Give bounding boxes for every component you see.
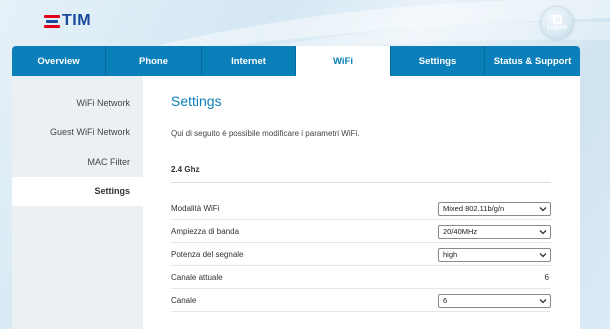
tim-logo: TIM	[44, 12, 91, 30]
signal-power-select[interactable]: high	[438, 247, 551, 262]
tab-overview[interactable]: Overview	[12, 46, 106, 76]
tab-internet[interactable]: Internet	[202, 46, 296, 76]
sidebar: WiFi Network Guest WiFi Network MAC Filt…	[12, 76, 143, 329]
current-channel-value: 6	[544, 273, 549, 282]
main-nav-tabs: Overview Phone Internet WiFi Settings St…	[12, 46, 580, 76]
wifi-mode-value: Mixed 802.11b/g/n	[443, 204, 505, 213]
sidebar-item-guest-wifi-network[interactable]: Guest WiFi Network	[12, 118, 143, 148]
sidebar-item-wifi-network[interactable]: WiFi Network	[12, 88, 143, 118]
page-title: Settings	[171, 93, 222, 109]
chevron-down-icon	[539, 206, 547, 211]
tim-logo-mark	[44, 13, 60, 29]
bandwidth-label: Ampiezza di banda	[171, 227, 240, 236]
tab-status-support[interactable]: Status & Support	[485, 46, 580, 76]
wifi-mode-label: Modalità WiFi	[171, 204, 220, 213]
logout-label: Logout	[546, 25, 568, 31]
chevron-down-icon	[539, 298, 547, 303]
field-row-current-channel: Canale attuale 6	[171, 267, 551, 289]
header-background-swoosh	[140, 0, 610, 50]
field-row-wifi-mode: Modalità WiFi Mixed 802.11b/g/n	[171, 198, 551, 220]
logout-button[interactable]: Logout	[541, 7, 573, 39]
field-row-signal-power: Potenza del segnale high	[171, 244, 551, 266]
chevron-down-icon	[539, 229, 547, 234]
tab-phone[interactable]: Phone	[106, 46, 202, 76]
bandwidth-select[interactable]: 20/40MHz	[438, 224, 551, 239]
sidebar-item-mac-filter[interactable]: MAC Filter	[12, 147, 143, 177]
main-content: Settings Qui di seguito è possibile modi…	[143, 76, 580, 329]
logout-icon	[552, 15, 562, 24]
tab-settings[interactable]: Settings	[391, 46, 485, 76]
sidebar-item-settings[interactable]: Settings	[12, 176, 143, 206]
tab-wifi[interactable]: WiFi	[296, 46, 391, 76]
channel-value: 6	[443, 296, 448, 305]
signal-power-label: Potenza del segnale	[171, 250, 244, 259]
chevron-down-icon	[539, 252, 547, 257]
brand-name: TIM	[62, 12, 92, 29]
wifi-mode-select[interactable]: Mixed 802.11b/g/n	[438, 201, 551, 216]
channel-label: Canale	[171, 296, 197, 305]
channel-select[interactable]: 6	[438, 293, 551, 308]
field-row-bandwidth: Ampiezza di banda 20/40MHz	[171, 221, 551, 243]
field-row-channel: Canale 6	[171, 290, 551, 312]
section-divider	[171, 182, 551, 183]
section-title: 2.4 Ghz	[171, 165, 200, 174]
bandwidth-value: 20/40MHz	[443, 227, 478, 236]
page-description: Qui di seguito è possibile modificare i …	[171, 129, 360, 138]
signal-power-value: high	[443, 250, 458, 259]
current-channel-label: Canale attuale	[171, 273, 223, 282]
